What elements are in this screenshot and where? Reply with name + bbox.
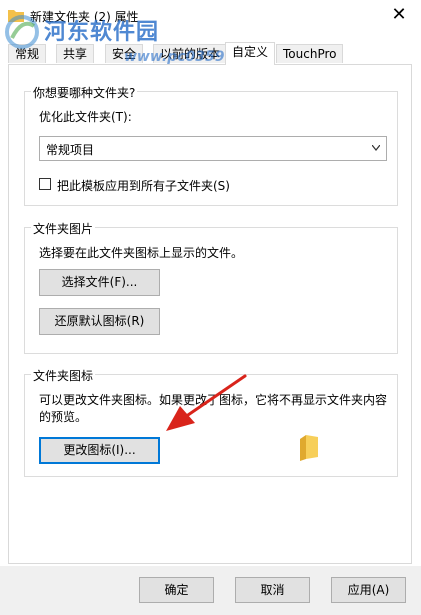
tab-touchpro[interactable]: TouchPro <box>276 44 344 63</box>
close-button[interactable]: ✕ <box>377 0 421 30</box>
folder-type-group: 你想要哪种文件夹? 优化此文件夹(T): 常规项目 把此模板应用到所有子文件夹(… <box>24 84 398 206</box>
group-title-folder-pictures: 文件夹图片 <box>31 220 96 237</box>
folder-pictures-description: 选择要在此文件夹图标上显示的文件。 <box>39 246 244 260</box>
apply-button[interactable]: 应用(A) <box>331 577 406 603</box>
cancel-button[interactable]: 取消 <box>235 577 310 603</box>
optimize-label: 优化此文件夹(T): <box>39 110 132 124</box>
choose-file-button[interactable]: 选择文件(F)... <box>39 269 160 296</box>
change-icon-button[interactable]: 更改图标(I)... <box>39 437 160 464</box>
ok-button[interactable]: 确定 <box>139 577 214 603</box>
folder-icon-description-line2: 的预览。 <box>39 410 88 424</box>
watermark-logo-icon <box>5 15 39 49</box>
tab-customize[interactable]: 自定义 <box>225 42 276 65</box>
optimize-selected-value: 常规项目 <box>46 143 95 157</box>
customize-panel: 你想要哪种文件夹? 优化此文件夹(T): 常规项目 把此模板应用到所有子文件夹(… <box>8 64 412 564</box>
apply-subfolders-checkbox[interactable] <box>39 178 51 190</box>
apply-subfolders-label[interactable]: 把此模板应用到所有子文件夹(S) <box>57 177 230 194</box>
folder-icon-group: 文件夹图标 可以更改文件夹图标。如果更改了图标，它将不再显示文件夹内容 的预览。… <box>24 367 398 477</box>
folder-pictures-group: 文件夹图片 选择要在此文件夹图标上显示的文件。 选择文件(F)... 还原默认图… <box>24 220 398 354</box>
restore-default-button[interactable]: 还原默认图标(R) <box>39 308 160 335</box>
close-icon: ✕ <box>391 4 407 25</box>
folder-preview-icon <box>300 435 318 461</box>
tab-sharing[interactable]: 共享 <box>56 44 95 63</box>
group-title-folder-type: 你想要哪种文件夹? <box>31 84 138 101</box>
chevron-down-icon <box>372 145 380 151</box>
group-title-folder-icon: 文件夹图标 <box>31 367 96 384</box>
folder-icon-description-line1: 可以更改文件夹图标。如果更改了图标，它将不再显示文件夹内容 <box>39 393 388 407</box>
optimize-select[interactable]: 常规项目 <box>39 136 387 161</box>
watermark-name: 河东软件园 <box>44 20 160 45</box>
